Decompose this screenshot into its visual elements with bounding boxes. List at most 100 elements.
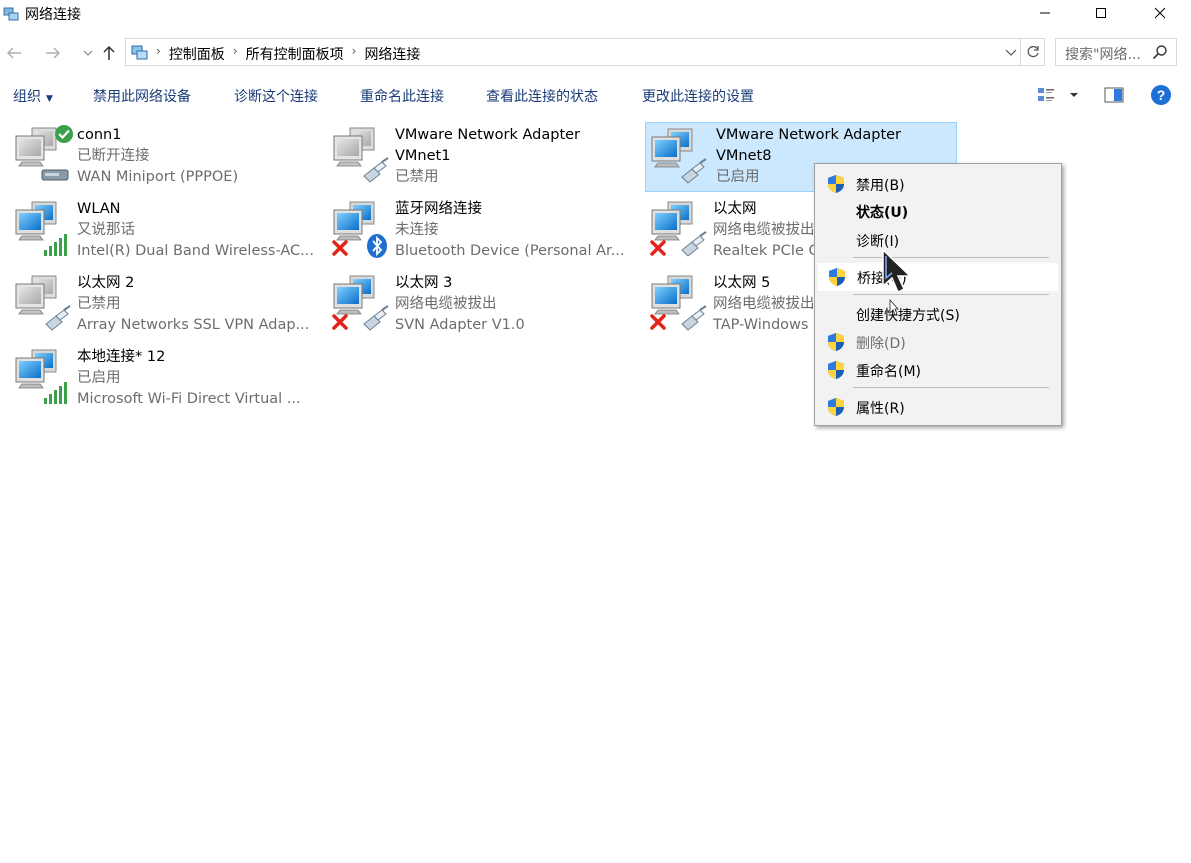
menu-item-label: 重命名(M) — [856, 364, 922, 380]
connection-device: SVN Adapter V1.0 — [395, 317, 525, 333]
menu-separator — [853, 387, 1049, 388]
search-placeholder: 搜索"网络... — [1065, 47, 1141, 63]
connection-device: TAP-Windows — [713, 317, 809, 333]
maximize-icon — [1096, 8, 1106, 18]
diagnose-button[interactable]: 诊断这个连接 — [234, 86, 318, 106]
uac-shield-icon — [828, 398, 844, 416]
refresh-icon — [1027, 45, 1039, 58]
connection-item-conn1[interactable]: conn1 已断开连接 WAN Miniport (PPPOE) — [12, 122, 324, 192]
connection-name: 蓝牙网络连接 — [395, 201, 482, 217]
view-tiles-icon — [1038, 88, 1078, 101]
connection-status: 又说那话 — [77, 222, 135, 238]
menu-item-rename[interactable]: 重命名(M) — [818, 357, 1058, 383]
arrow-right-icon — [46, 47, 61, 59]
recent-locations-button[interactable] — [77, 42, 99, 64]
menu-item-status[interactable]: 状态(U) — [818, 198, 1058, 224]
ethernet-enabled-icon — [651, 128, 707, 184]
context-menu: 禁用(B) 状态(U) 诊断(I) 桥接(G) 创建快捷方式(S) 删除(D) … — [814, 163, 1062, 426]
connection-name: VMware Network Adapter — [395, 127, 581, 143]
uac-shield-icon — [828, 175, 844, 193]
connection-device: Array Networks SSL VPN Adap... — [77, 317, 310, 333]
chevron-right-icon[interactable]: › — [352, 44, 357, 64]
back-button[interactable] — [3, 42, 25, 64]
menu-item-bridge[interactable]: 桥接(G) — [818, 263, 1058, 291]
text-cursor-icon — [889, 299, 899, 316]
connection-item-vmnet1[interactable]: VMware Network Adapter VMnet1 已禁用 — [330, 122, 642, 192]
menu-item-disable[interactable]: 禁用(B) — [818, 171, 1058, 197]
bluetooth-icon — [332, 201, 387, 258]
rename-button[interactable]: 重命名此连接 — [360, 86, 444, 106]
breadcrumb-all-items[interactable]: 所有控制面板项 — [246, 44, 344, 64]
ethernet-unplugged-icon — [650, 201, 707, 257]
menu-item-properties[interactable]: 属性(R) — [818, 394, 1058, 420]
refresh-button[interactable] — [1021, 38, 1045, 66]
wifi-icon — [15, 201, 67, 256]
control-panel-icon — [131, 45, 148, 60]
caret-down-icon: ▼ — [46, 94, 53, 104]
connection-status: 网络电缆被拔出 — [713, 296, 815, 312]
address-bar[interactable]: › 控制面板 › 所有控制面板项 › 网络连接 — [125, 38, 1021, 66]
wifi-icon — [15, 349, 67, 404]
chevron-down-icon — [83, 50, 93, 56]
breadcrumb-network-connections[interactable]: 网络连接 — [364, 44, 420, 64]
help-button[interactable]: ? — [1150, 84, 1172, 110]
preview-pane-button[interactable] — [1103, 86, 1125, 104]
connection-item-local-12[interactable]: 本地连接* 12 已启用 Microsoft Wi-Fi Direct Virt… — [12, 344, 324, 414]
uac-shield-icon — [829, 268, 845, 286]
mouse-pointer-icon — [882, 248, 912, 294]
help-icon: ? — [1151, 85, 1171, 105]
ethernet-disabled-icon — [15, 275, 71, 331]
connection-status: 网络电缆被拔出 — [713, 222, 815, 238]
minimize-button[interactable] — [1022, 0, 1068, 26]
view-options-button[interactable] — [1036, 84, 1084, 106]
menu-item-label: 创建快捷方式(S) — [856, 308, 960, 324]
address-dropdown-button[interactable] — [1004, 45, 1018, 59]
connection-item-ethernet-3[interactable]: 以太网 3 网络电缆被拔出 SVN Adapter V1.0 — [330, 270, 642, 340]
minimize-icon — [1040, 12, 1050, 14]
close-icon — [1154, 7, 1166, 19]
forward-button[interactable] — [42, 42, 64, 64]
view-status-button[interactable]: 查看此连接的状态 — [486, 86, 598, 106]
connection-item-wlan[interactable]: WLAN 又说那话 Intel(R) Dual Band Wireless-AC… — [12, 196, 324, 266]
menu-item-diagnose[interactable]: 诊断(I) — [818, 227, 1058, 253]
connection-status: 未连接 — [395, 222, 439, 238]
network-connections-icon — [3, 7, 19, 21]
menu-item-create-shortcut[interactable]: 创建快捷方式(S) — [818, 301, 1058, 327]
navigation-bar: › 控制面板 › 所有控制面板项 › 网络连接 搜索"网络... — [0, 36, 1191, 68]
maximize-button[interactable] — [1078, 0, 1124, 26]
connection-name: WLAN — [77, 201, 121, 217]
connection-name: 以太网 — [713, 201, 757, 217]
up-button[interactable] — [98, 42, 120, 64]
command-bar: 组织 ▼ 禁用此网络设备 诊断这个连接 重命名此连接 查看此连接的状态 更改此连接… — [0, 78, 1191, 112]
arrow-up-icon — [103, 45, 115, 60]
connection-device: Intel(R) Dual Band Wireless-AC... — [77, 243, 315, 259]
search-input[interactable]: 搜索"网络... — [1055, 38, 1177, 66]
connection-item-ethernet-2[interactable]: 以太网 2 已禁用 Array Networks SSL VPN Adap... — [12, 270, 324, 340]
menu-item-label: 禁用(B) — [856, 178, 905, 194]
connection-device: Bluetooth Device (Personal Ar... — [395, 243, 625, 259]
connection-item-bluetooth[interactable]: 蓝牙网络连接 未连接 Bluetooth Device (Personal Ar… — [330, 196, 642, 266]
connection-name: 本地连接* 12 — [77, 349, 166, 365]
menu-item-label: 状态(U) — [856, 205, 909, 221]
connection-name: 以太网 5 — [713, 275, 771, 291]
change-settings-button[interactable]: 更改此连接的设置 — [642, 86, 754, 106]
arrow-left-icon — [6, 47, 21, 59]
connection-status: 已启用 — [77, 370, 121, 386]
connection-device: WAN Miniport (PPPOE) — [77, 169, 239, 185]
close-button[interactable] — [1137, 0, 1183, 26]
disable-device-button[interactable]: 禁用此网络设备 — [93, 86, 191, 106]
connection-name-line2: VMnet1 — [395, 148, 451, 164]
connection-status: 已断开连接 — [77, 148, 150, 164]
connection-name: VMware Network Adapter — [716, 127, 902, 143]
dialup-connected-icon — [15, 125, 73, 181]
chevron-right-icon[interactable]: › — [233, 44, 238, 64]
connection-status: 网络电缆被拔出 — [395, 296, 497, 312]
organize-menu[interactable]: 组织 ▼ — [13, 86, 53, 106]
ethernet-unplugged-icon — [650, 275, 707, 331]
uac-shield-icon — [828, 361, 844, 379]
menu-item-delete[interactable]: 删除(D) — [818, 329, 1058, 355]
breadcrumb-control-panel[interactable]: 控制面板 — [169, 44, 225, 64]
connection-status: 已禁用 — [77, 296, 121, 312]
connection-status: 已禁用 — [395, 169, 439, 185]
connection-device: Microsoft Wi-Fi Direct Virtual ... — [77, 391, 301, 407]
